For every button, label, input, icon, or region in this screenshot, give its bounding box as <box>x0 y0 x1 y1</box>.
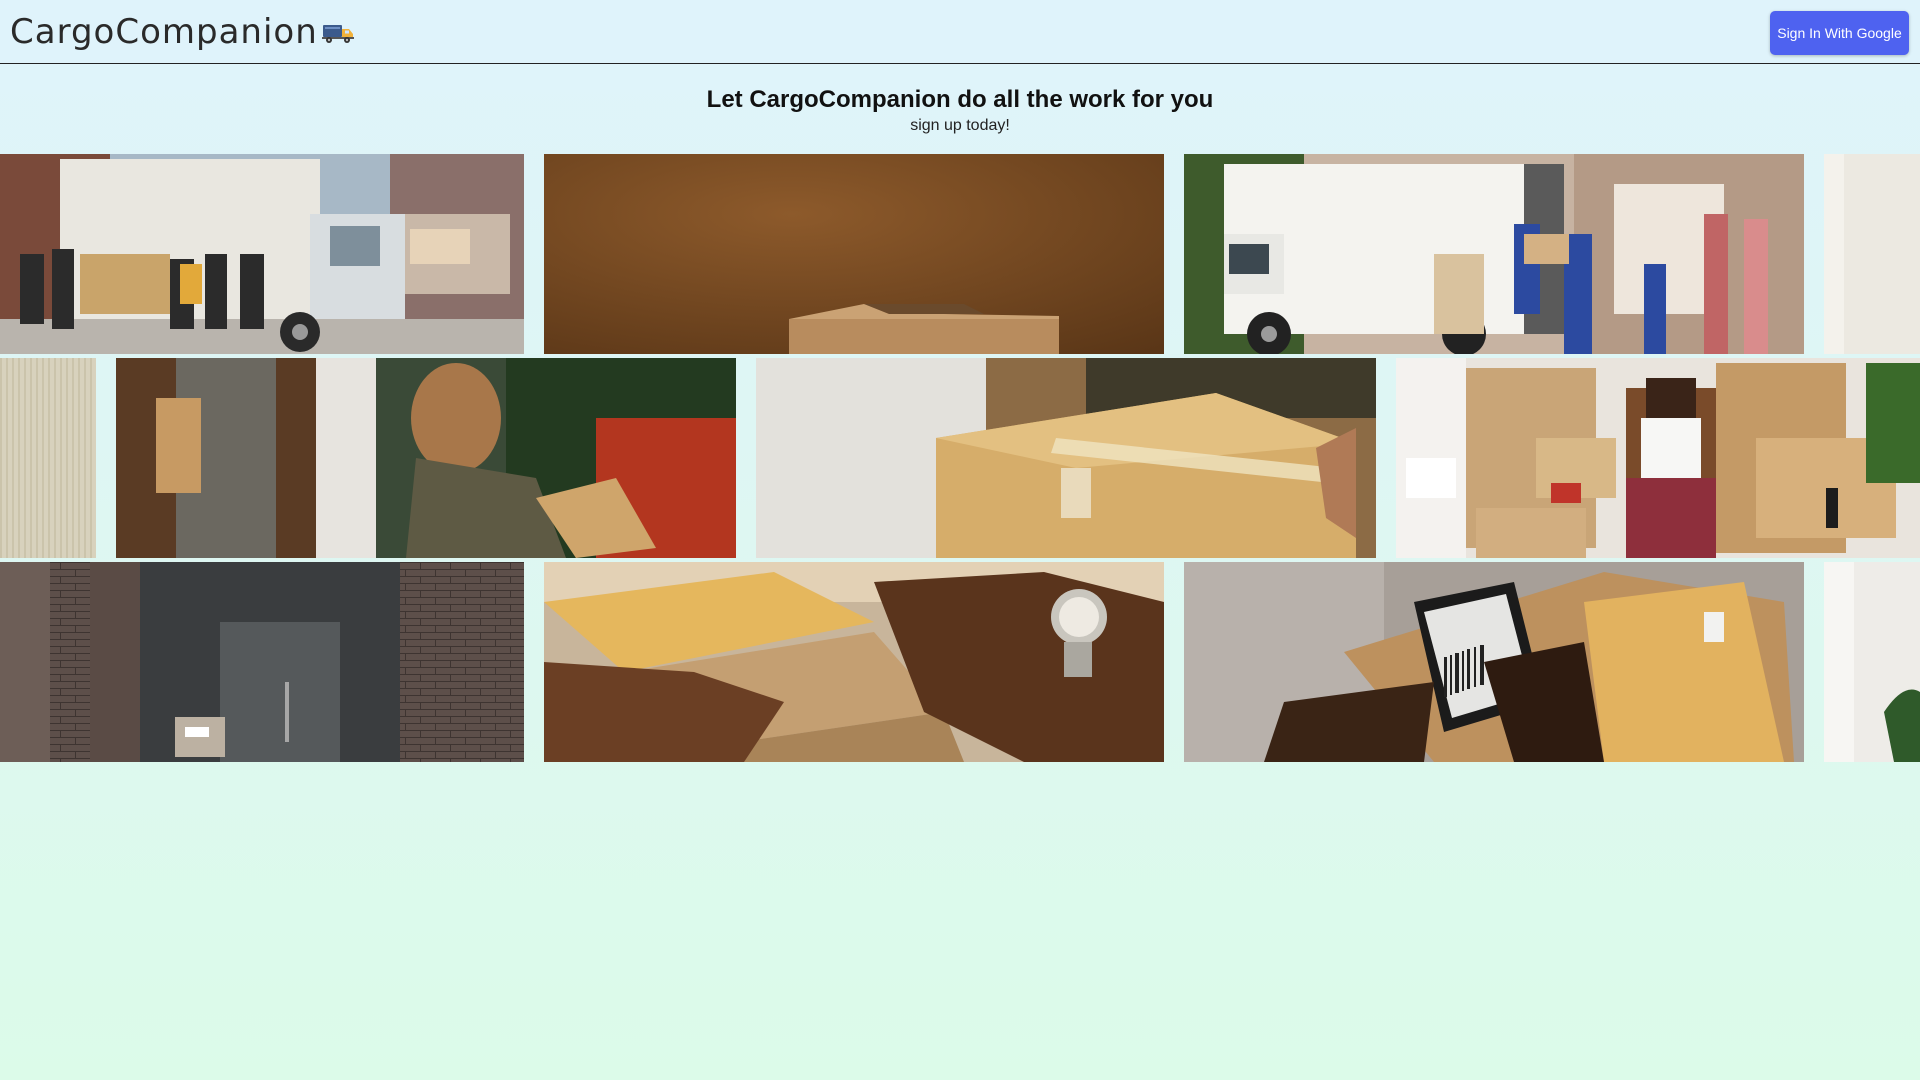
hero-subtitle: sign up today! <box>910 117 1010 134</box>
hero-section: Let CargoCompanion do all the work for y… <box>0 84 1920 136</box>
white-wall-photo <box>1824 154 1920 354</box>
woman-loading-box-into-car-photo <box>116 358 736 558</box>
taping-cardboard-box-photo <box>756 358 1376 558</box>
white-room-with-plant-photo <box>1824 562 1920 762</box>
hero-title: Let CargoCompanion do all the work for y… <box>706 86 1214 113</box>
movers-loading-truck-photo <box>1184 154 1804 354</box>
top-navbar: CargoCompanion Sign In With Google <box>0 0 1920 64</box>
woman-sitting-among-boxes-photo <box>1396 358 1920 558</box>
corrugated-cardboard-photo <box>0 358 96 558</box>
delivery-truck-icon <box>322 25 354 43</box>
cardboard-box-on-table-photo <box>544 154 1164 354</box>
movers-crew-with-truck-photo <box>0 154 524 354</box>
scanning-package-barcode-photo <box>1184 562 1804 762</box>
package-at-brick-door-photo <box>0 562 524 762</box>
sign-in-with-google-button[interactable]: Sign In With Google <box>1770 11 1909 55</box>
handing-over-package-photo <box>544 562 1164 762</box>
photo-gallery <box>0 154 1920 764</box>
brand-name[interactable]: CargoCompanion <box>10 8 318 56</box>
